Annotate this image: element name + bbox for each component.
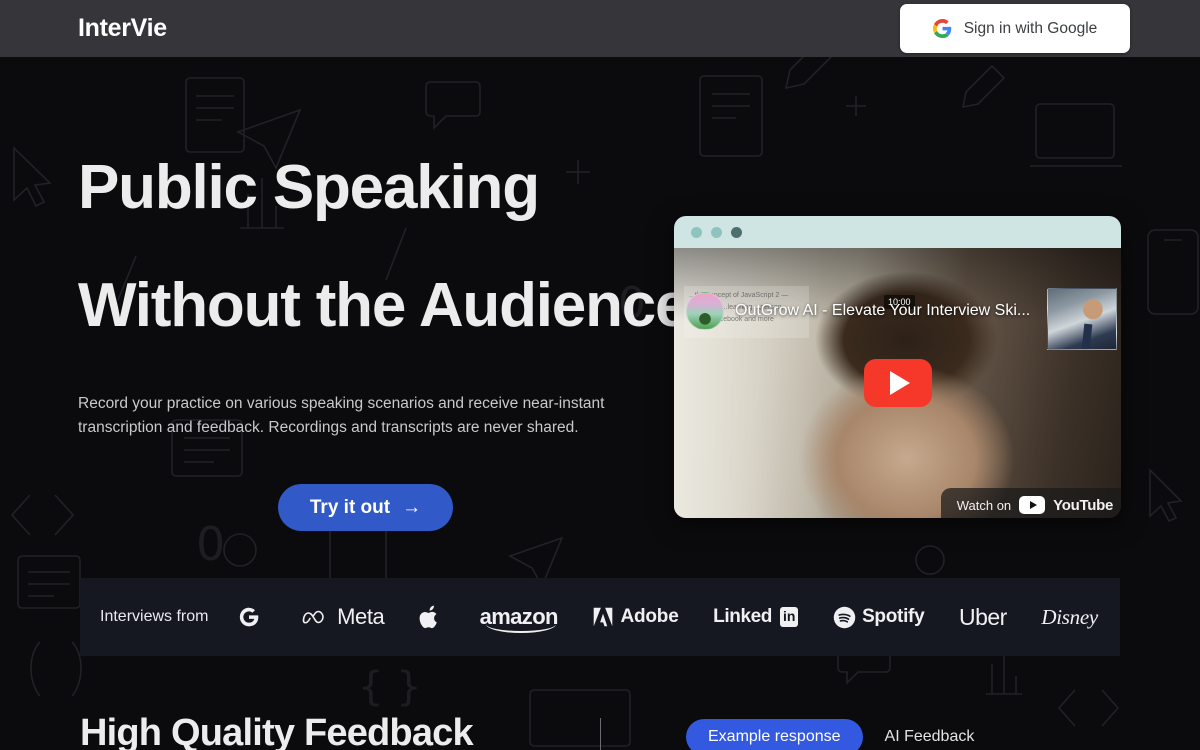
brand-logo-uber: Uber bbox=[959, 604, 1007, 631]
cta-label: Try it out bbox=[309, 496, 391, 518]
feedback-tabs: Example response AI Feedback bbox=[686, 719, 974, 750]
window-dot-icon-2 bbox=[711, 226, 722, 238]
watch-on-youtube-button[interactable]: Watch on YouTube bbox=[940, 488, 1121, 518]
brand-logo-disney: Disney bbox=[1041, 605, 1098, 630]
brand-label-disney: Disney bbox=[1041, 604, 1098, 629]
channel-avatar[interactable] bbox=[686, 292, 724, 330]
adobe-a-icon bbox=[594, 607, 613, 627]
section-heading: High Quality Feedback bbox=[80, 712, 474, 750]
brand-logo-adobe: Adobe bbox=[592, 606, 679, 628]
picture-in-picture-thumbnail bbox=[1047, 288, 1117, 350]
video-preview-card[interactable]: ...the concept of JavaScript 2 — contrib… bbox=[674, 216, 1121, 518]
window-dot-icon-3 bbox=[731, 226, 742, 238]
brand-label-amazon: amazon bbox=[479, 604, 558, 633]
brand-logo-linkedin: Linked in bbox=[713, 606, 799, 628]
tab-example-response[interactable]: Example response bbox=[686, 719, 863, 750]
play-triangle bbox=[889, 371, 910, 395]
google-g-icon bbox=[240, 607, 259, 627]
brand-label-spotify: Spotify bbox=[862, 606, 925, 627]
brand-label-uber: Uber bbox=[958, 603, 1007, 630]
brand-label-linkedin: Linked bbox=[713, 606, 773, 627]
brand-logo-amazon: amazon bbox=[479, 604, 558, 633]
spotify-icon bbox=[833, 606, 856, 628]
company-logo-strip: Interviews from Meta amazon Adobe Linked… bbox=[80, 578, 1120, 656]
sign-in-button-label: Sign in with Google bbox=[963, 19, 1098, 37]
brand-logo-spotify: Spotify bbox=[833, 606, 925, 629]
video-header: OutGrow AI - Elevate Your Interview Ski.… bbox=[686, 292, 1063, 330]
brand-label-meta: Meta bbox=[337, 604, 385, 629]
brand-logo-list: Meta amazon Adobe Linked in Spotify Uber… bbox=[238, 604, 1098, 633]
tab-ai-feedback[interactable]: AI Feedback bbox=[885, 728, 975, 746]
app-logo[interactable]: InterVie bbox=[78, 14, 167, 43]
top-navigation-bar: InterVie Sign in with Google bbox=[0, 0, 1200, 57]
linkedin-in-badge: in bbox=[780, 607, 799, 627]
meta-infinity-icon bbox=[302, 610, 324, 624]
arrow-right-icon: → bbox=[402, 496, 422, 518]
youtube-logo-icon bbox=[1019, 496, 1046, 514]
vertical-divider bbox=[600, 718, 601, 750]
youtube-label: YouTube bbox=[1053, 496, 1113, 514]
video-window-titlebar bbox=[674, 216, 1121, 248]
hero-subtext: Record your practice on various speaking… bbox=[78, 395, 605, 436]
youtube-embed[interactable]: ...the concept of JavaScript 2 — contrib… bbox=[674, 248, 1121, 518]
watch-on-label: Watch on bbox=[956, 497, 1012, 513]
apple-icon bbox=[419, 605, 437, 628]
brand-logo-google bbox=[238, 606, 266, 628]
try-it-out-button[interactable]: Try it out → bbox=[278, 484, 453, 532]
window-dot-icon-1 bbox=[691, 226, 702, 238]
brand-logo-meta: Meta bbox=[301, 604, 385, 630]
play-button-icon[interactable] bbox=[863, 359, 932, 407]
sign-in-with-google-button[interactable]: Sign in with Google bbox=[900, 4, 1130, 53]
brand-label-adobe: Adobe bbox=[620, 606, 679, 627]
google-g-icon bbox=[932, 19, 951, 38]
brand-logo-apple bbox=[419, 605, 445, 630]
hero-headline-line1: Public Speaking bbox=[78, 153, 540, 222]
logo-strip-label: Interviews from bbox=[100, 608, 209, 625]
video-title[interactable]: OutGrow AI - Elevate Your Interview Ski.… bbox=[735, 302, 1030, 320]
